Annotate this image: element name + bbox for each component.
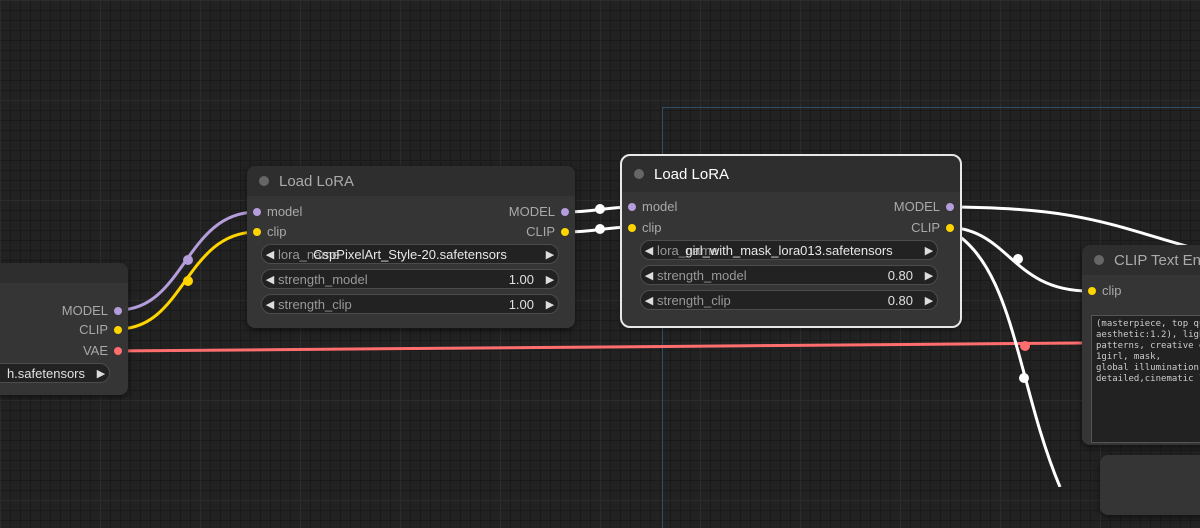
node-title-bar[interactable]: CLIP Text Enc (1082, 245, 1200, 275)
load-lora-node-1[interactable]: Load LoRA model clip MODEL CLIP ◀ lora_n… (247, 166, 575, 328)
output-model[interactable]: MODEL (509, 204, 575, 220)
output-model-dot[interactable] (946, 203, 954, 211)
strength-clip-value: 1.00 (508, 296, 534, 312)
lora-name-combo[interactable]: ◀ lora_name girl_with_mask_lora013.safet… (640, 240, 938, 260)
output-model[interactable]: MODEL (894, 199, 960, 215)
arrow-right-icon[interactable]: ▶ (921, 244, 937, 257)
output-clip[interactable]: CLIP (526, 224, 575, 240)
input-label: clip (267, 224, 287, 239)
output-clip-dot[interactable] (114, 326, 122, 334)
reroute-dot[interactable] (183, 276, 193, 286)
arrow-right-icon[interactable]: ▶ (921, 294, 937, 307)
output-clip[interactable]: CLIP (79, 322, 128, 338)
ckpt-name-value: h.safetensors (6, 365, 85, 381)
arrow-left-icon[interactable]: ◀ (641, 244, 657, 257)
input-label: clip (642, 220, 662, 235)
arrow-left-icon[interactable]: ◀ (262, 248, 278, 261)
output-label: VAE (82, 343, 108, 358)
strength-clip-value: 0.80 (887, 292, 913, 308)
input-model-dot[interactable] (253, 208, 261, 216)
arrow-left-icon[interactable]: ◀ (641, 269, 657, 282)
input-model-dot[interactable] (628, 203, 636, 211)
checkpoint-loader-node[interactable]: MODEL CLIP VAE h.safetensors ▶ (0, 263, 128, 395)
node-title: CLIP Text Enc (1114, 251, 1200, 269)
output-label: CLIP (911, 220, 940, 235)
reroute-dot[interactable] (595, 224, 605, 234)
widget-label: lora_name (657, 242, 719, 258)
output-clip-dot[interactable] (561, 228, 569, 236)
ckpt-name-widget[interactable]: h.safetensors ▶ (0, 363, 110, 383)
arrow-right-icon[interactable]: ▶ (542, 298, 558, 311)
strength-model-number[interactable]: ◀ strength_model 1.00 ▶ (261, 269, 559, 289)
arrow-right-icon[interactable]: ▶ (542, 273, 558, 286)
collapse-dot-icon[interactable] (1094, 255, 1104, 265)
input-label: clip (1102, 283, 1122, 298)
node-title: Load LoRA (654, 165, 730, 183)
output-label: MODEL (61, 303, 108, 318)
arrow-right-icon[interactable]: ▶ (542, 248, 558, 261)
strength-clip-number[interactable]: ◀ strength_clip 1.00 ▶ (261, 294, 559, 314)
arrow-left-icon[interactable]: ◀ (262, 298, 278, 311)
widget-label: strength_clip (657, 292, 731, 308)
link-model-ckpt-to-lora1[interactable] (117, 210, 258, 312)
node-partial[interactable] (1100, 455, 1200, 515)
input-clip[interactable]: clip (247, 224, 287, 240)
output-clip-dot[interactable] (946, 224, 954, 232)
output-model-dot[interactable] (114, 307, 122, 315)
output-clip[interactable]: CLIP (911, 220, 960, 236)
strength-model-value: 0.80 (887, 267, 913, 283)
clip-text-encode-node[interactable]: CLIP Text Enc clip (masterpiece, top qua… (1082, 245, 1200, 445)
load-lora-node-2[interactable]: Load LoRA model clip MODEL CLIP ◀ lora_n… (620, 154, 962, 328)
arrow-left-icon[interactable]: ◀ (262, 273, 278, 286)
link-clip-ckpt-to-lora1[interactable] (117, 230, 258, 331)
output-model-dot[interactable] (561, 208, 569, 216)
arrow-left-icon[interactable]: ◀ (641, 294, 657, 307)
collapse-dot-icon[interactable] (634, 169, 644, 179)
output-label: MODEL (893, 199, 940, 214)
input-clip[interactable]: clip (1082, 283, 1122, 299)
arrow-right-icon[interactable]: ▶ (93, 367, 109, 380)
reroute-dot[interactable] (183, 255, 193, 265)
node-graph-canvas[interactable]: MODEL CLIP VAE h.safetensors ▶ Load LoRA… (0, 0, 1200, 528)
output-model[interactable]: MODEL (62, 303, 128, 319)
strength-model-value: 1.00 (508, 271, 534, 287)
input-label: model (642, 199, 678, 214)
input-clip-dot[interactable] (628, 224, 636, 232)
node-title: Load LoRA (279, 172, 355, 190)
widget-label: lora_name (278, 246, 340, 262)
output-vae[interactable]: VAE (83, 343, 128, 359)
lora-name-combo[interactable]: ◀ lora_name CspPixelArt_Style-20.safeten… (261, 244, 559, 264)
arrow-right-icon[interactable]: ▶ (921, 269, 937, 282)
collapse-dot-icon[interactable] (259, 176, 269, 186)
node-title-bar[interactable] (0, 263, 128, 283)
strength-clip-number[interactable]: ◀ strength_clip 0.80 ▶ (640, 290, 938, 310)
output-label: CLIP (526, 224, 555, 239)
node-title-bar[interactable]: Load LoRA (622, 156, 960, 192)
input-model[interactable]: model (622, 199, 677, 215)
prompt-textarea[interactable]: (masterpiece, top qua aesthetic:1.2), li… (1091, 315, 1200, 443)
input-clip[interactable]: clip (622, 220, 662, 236)
output-label: CLIP (79, 322, 108, 337)
input-model[interactable]: model (247, 204, 302, 220)
input-clip-dot[interactable] (1088, 287, 1096, 295)
widget-label: strength_model (278, 271, 368, 287)
strength-model-number[interactable]: ◀ strength_model 0.80 ▶ (640, 265, 938, 285)
widget-label: strength_clip (278, 296, 352, 312)
output-label: MODEL (508, 204, 555, 219)
node-title-bar[interactable]: Load LoRA (247, 166, 575, 196)
input-clip-dot[interactable] (253, 228, 261, 236)
input-label: model (267, 204, 303, 219)
widget-label: strength_model (657, 267, 747, 283)
reroute-dot[interactable] (595, 204, 605, 214)
output-vae-dot[interactable] (114, 347, 122, 355)
